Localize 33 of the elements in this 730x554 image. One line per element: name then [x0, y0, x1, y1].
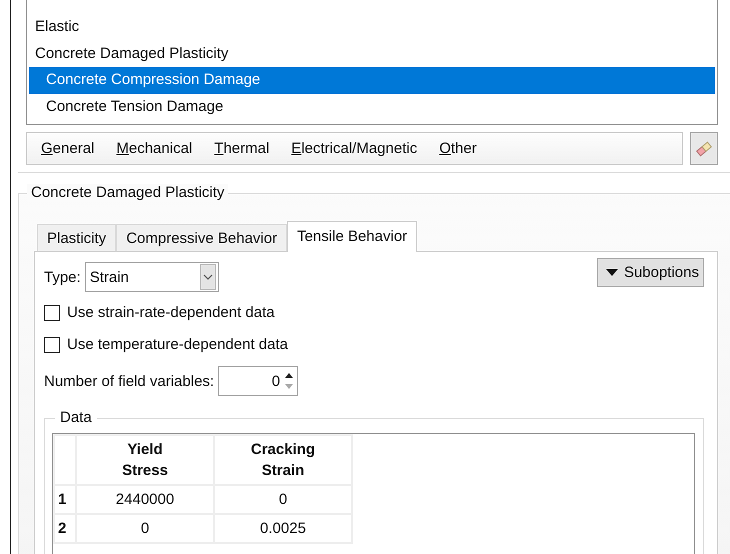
- group-title: Concrete Damaged Plasticity: [27, 184, 228, 202]
- table-cell[interactable]: 0.0025: [214, 514, 352, 543]
- menu-item[interactable]: Mechanical: [116, 140, 192, 157]
- column-header: Yield Stress: [76, 435, 214, 485]
- triangle-down-icon: [606, 268, 618, 276]
- checkbox-label: Use strain-rate-dependent data: [67, 304, 275, 321]
- row-number: 2: [54, 514, 76, 543]
- table-cell[interactable]: 0: [214, 485, 352, 514]
- list-item[interactable]: Elastic: [29, 14, 715, 40]
- tab[interactable]: Compressive Behavior: [116, 224, 288, 251]
- type-dropdown[interactable]: Strain: [84, 262, 219, 292]
- checkbox[interactable]: [44, 304, 60, 320]
- column-header: Cracking Strain: [214, 435, 352, 485]
- menu-item[interactable]: General: [41, 140, 94, 157]
- table-cell[interactable]: 2440000: [76, 485, 214, 514]
- menu-item[interactable]: Electrical/Magnetic: [291, 140, 418, 157]
- list-item[interactable]: Concrete Compression Damage: [29, 67, 715, 94]
- menu-item[interactable]: Other: [439, 140, 477, 157]
- tab[interactable]: Tensile Behavior: [287, 221, 418, 252]
- type-label: Type:: [44, 268, 81, 286]
- row-number: 1: [54, 485, 76, 514]
- suboptions-button[interactable]: Suboptions: [596, 258, 704, 286]
- list-item[interactable]: Concrete Damaged Plasticity: [29, 40, 715, 67]
- checkbox[interactable]: [44, 336, 60, 352]
- tab[interactable]: Plasticity: [37, 224, 116, 251]
- table-cell[interactable]: 0: [76, 514, 214, 543]
- menu-item[interactable]: Thermal: [214, 140, 270, 157]
- checkbox-label: Use temperature-dependent data: [67, 336, 288, 353]
- spin-field[interactable]: 0: [218, 366, 298, 396]
- eraser-icon: [695, 140, 713, 158]
- list-item[interactable]: Concrete Tension Damage: [29, 94, 715, 120]
- field-variables-label: Number of field variables:: [44, 372, 214, 390]
- chevron-down-icon: [202, 273, 213, 281]
